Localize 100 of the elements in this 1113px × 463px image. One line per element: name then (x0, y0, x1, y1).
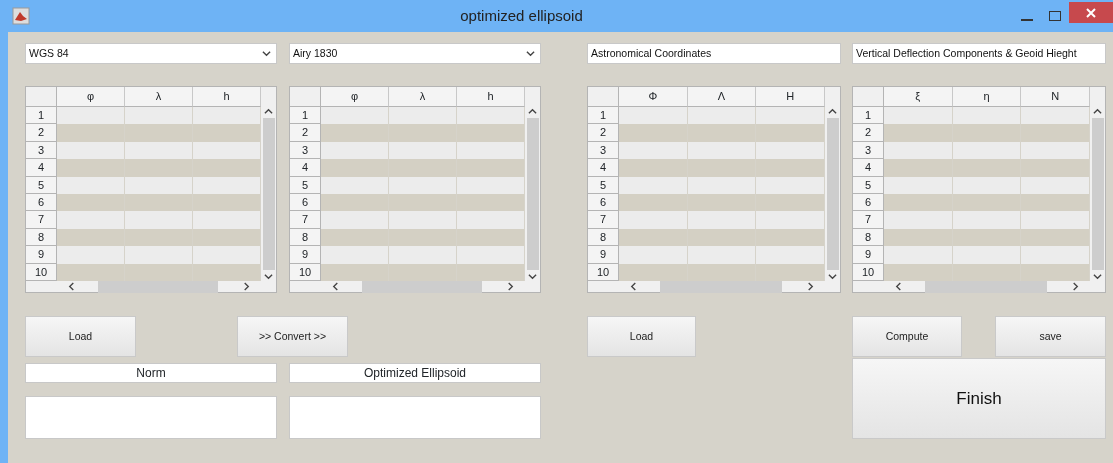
table-cell[interactable] (57, 107, 125, 125)
table-cell[interactable] (125, 211, 193, 229)
table-cell[interactable] (1021, 124, 1090, 142)
column-header[interactable]: φ (321, 87, 389, 107)
table-cell[interactable] (884, 159, 953, 177)
table-cell[interactable] (952, 107, 1022, 125)
table-cell[interactable] (619, 124, 688, 142)
table-cell[interactable] (619, 107, 688, 125)
table-cell[interactable] (756, 124, 825, 142)
column-header[interactable]: h (193, 87, 261, 107)
table-cell[interactable] (619, 211, 688, 229)
scroll-left-icon[interactable] (894, 282, 903, 292)
table-cell[interactable] (884, 246, 953, 264)
table-cell[interactable] (619, 246, 688, 264)
table-cell[interactable] (389, 211, 457, 229)
table-cell[interactable] (1021, 211, 1090, 229)
table-cell[interactable] (193, 211, 261, 229)
table-cell[interactable] (687, 159, 757, 177)
table-cell[interactable] (884, 211, 953, 229)
table-cell[interactable] (1021, 107, 1090, 125)
scroll-right-icon[interactable] (242, 282, 251, 292)
table-cell[interactable] (321, 159, 389, 177)
vertical-scrollbar[interactable] (825, 107, 840, 281)
table-cell[interactable] (687, 107, 757, 125)
table-cell[interactable] (193, 124, 261, 142)
scroll-up-icon[interactable] (1093, 107, 1102, 116)
table-cell[interactable] (321, 211, 389, 229)
table-cell[interactable] (952, 124, 1022, 142)
text-field[interactable]: Vertical Deflection Components & Geoid Hieght (852, 43, 1106, 64)
table-cell[interactable] (756, 107, 825, 125)
table-cell[interactable] (457, 211, 525, 229)
vertical-scrollbar[interactable] (1090, 107, 1105, 281)
table-cell[interactable] (756, 246, 825, 264)
push-button[interactable]: >> Convert >> (237, 316, 348, 357)
finish-button[interactable]: Finish (852, 358, 1106, 439)
column-header[interactable]: Φ (619, 87, 688, 107)
table-cell[interactable] (57, 246, 125, 264)
scroll-up-icon[interactable] (528, 107, 537, 116)
scroll-thumb[interactable] (826, 118, 839, 270)
column-header[interactable]: h (457, 87, 525, 107)
table-cell[interactable] (125, 124, 193, 142)
table-cell[interactable] (952, 246, 1022, 264)
chevron-down-icon[interactable] (262, 49, 271, 58)
push-button[interactable]: Load (25, 316, 136, 357)
table-cell[interactable] (57, 159, 125, 177)
scroll-left-icon[interactable] (67, 282, 76, 292)
scroll-left-icon[interactable] (331, 282, 340, 292)
column-header[interactable]: λ (125, 87, 193, 107)
scroll-down-icon[interactable] (828, 271, 837, 281)
output-field[interactable] (25, 396, 277, 439)
table-cell[interactable] (321, 124, 389, 142)
table-cell[interactable] (389, 107, 457, 125)
table-cell[interactable] (193, 107, 261, 125)
table-cell[interactable] (756, 159, 825, 177)
column-header[interactable]: η (952, 87, 1022, 107)
column-header[interactable]: λ (389, 87, 457, 107)
scroll-up-icon[interactable] (264, 107, 273, 116)
vertical-scrollbar[interactable] (261, 107, 276, 281)
table-cell[interactable] (125, 107, 193, 125)
table-cell[interactable] (687, 124, 757, 142)
column-header[interactable]: N (1021, 87, 1090, 107)
table-cell[interactable] (125, 159, 193, 177)
table-cell[interactable] (125, 246, 193, 264)
table-cell[interactable] (1021, 246, 1090, 264)
output-field[interactable] (289, 396, 541, 439)
vertical-scrollbar[interactable] (525, 107, 540, 281)
scroll-right-icon[interactable] (506, 282, 515, 292)
table-cell[interactable] (756, 211, 825, 229)
table-cell[interactable] (193, 159, 261, 177)
table-cell[interactable] (57, 124, 125, 142)
scroll-thumb[interactable] (526, 118, 539, 270)
text-field[interactable]: Astronomical Coordinates (587, 43, 841, 64)
dropdown[interactable]: Airy 1830 (289, 43, 541, 64)
scroll-right-icon[interactable] (806, 282, 815, 292)
table-cell[interactable] (57, 211, 125, 229)
table-cell[interactable] (457, 107, 525, 125)
push-button[interactable]: save (995, 316, 1106, 357)
push-button[interactable]: Load (587, 316, 696, 357)
push-button[interactable]: Compute (852, 316, 962, 357)
chevron-down-icon[interactable] (526, 49, 535, 58)
table-cell[interactable] (457, 159, 525, 177)
table-cell[interactable] (321, 246, 389, 264)
table-cell[interactable] (884, 107, 953, 125)
table-cell[interactable] (619, 159, 688, 177)
table-cell[interactable] (389, 124, 457, 142)
table-cell[interactable] (389, 246, 457, 264)
table-cell[interactable] (457, 124, 525, 142)
scroll-up-icon[interactable] (828, 107, 837, 116)
dropdown[interactable]: WGS 84 (25, 43, 277, 64)
column-header[interactable]: H (756, 87, 825, 107)
table-cell[interactable] (952, 159, 1022, 177)
table-cell[interactable] (193, 246, 261, 264)
table-cell[interactable] (687, 211, 757, 229)
column-header[interactable]: φ (57, 87, 125, 107)
table-cell[interactable] (321, 107, 389, 125)
table-cell[interactable] (687, 246, 757, 264)
close-button[interactable] (1069, 2, 1113, 23)
column-header[interactable]: Λ (687, 87, 757, 107)
scroll-left-icon[interactable] (629, 282, 638, 292)
table-cell[interactable] (952, 211, 1022, 229)
